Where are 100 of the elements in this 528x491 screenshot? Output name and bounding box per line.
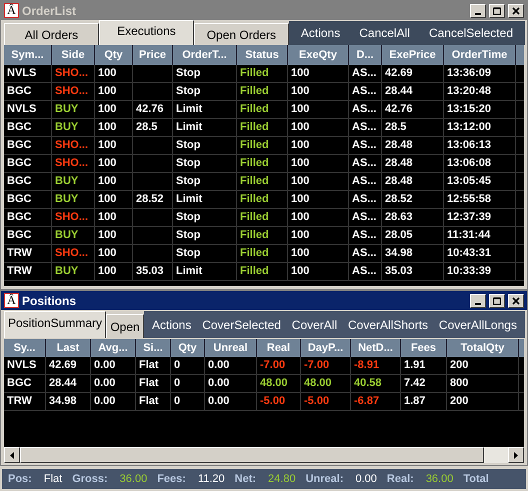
left-arrow-icon <box>10 452 14 458</box>
table-cell-text: Filled <box>240 102 269 118</box>
table-cell-text: 42.69 <box>385 66 413 82</box>
tab[interactable]: Open <box>106 314 144 338</box>
table-cell-text: 28.05 <box>385 228 413 244</box>
table-cell-text: NVLS <box>7 102 36 118</box>
column-header[interactable]: Last <box>46 339 91 357</box>
column-header[interactable]: Fees <box>401 339 447 357</box>
column-header[interactable]: OrderT... <box>173 45 237 65</box>
table-cell-text: 100 <box>98 228 116 244</box>
close-button[interactable] <box>508 294 524 308</box>
status-value: 11.20 <box>198 472 225 487</box>
scroll-right-button[interactable] <box>508 447 524 463</box>
column-header[interactable]: TotalQty <box>447 339 519 357</box>
table-cell-text: 0.00 <box>94 376 116 392</box>
column-header[interactable]: Si... <box>136 339 171 357</box>
column-header[interactable]: ExeQty <box>288 45 349 65</box>
column-header[interactable]: Unreal <box>205 339 257 357</box>
column-header[interactable]: ExePrice <box>382 45 444 65</box>
action-button[interactable]: CoverAllLongs <box>438 316 517 334</box>
table-cell-text: 28.48 <box>385 174 413 190</box>
column-header[interactable]: Sy... <box>4 339 46 357</box>
app-logo: Â <box>4 3 19 18</box>
table-cell-text: 0.00 <box>208 376 230 392</box>
tab[interactable]: Executions <box>98 20 194 45</box>
window-title: OrderList <box>22 2 78 20</box>
table-cell-text: Stop <box>176 84 200 100</box>
table-cell-text: Filled <box>240 228 269 244</box>
table-cell-text: 10:33:39 <box>447 264 492 280</box>
column-header[interactable]: NetD... <box>351 339 401 357</box>
table-cell-text: 34.98 <box>385 246 413 262</box>
table-cell-text: 48.00 <box>260 376 288 392</box>
status-label: Total <box>463 472 489 487</box>
table-cell-text: 100 <box>291 192 310 208</box>
table-cell-text: -5.00 <box>304 394 330 410</box>
table-cell-text: -7.00 <box>260 358 286 374</box>
table-cell-text: 100 <box>98 84 116 100</box>
table-cell-text: 0.00 <box>94 358 116 374</box>
app-logo: Â <box>4 293 19 308</box>
tab[interactable]: All Orders <box>4 23 99 45</box>
column-header[interactable]: Qty <box>95 45 133 65</box>
table-cell-text: 13:20:48 <box>447 84 492 100</box>
table-cell-text: Stop <box>176 138 200 154</box>
table-cell-text: Stop <box>176 174 200 190</box>
table-cell-text: 100 <box>98 156 116 172</box>
table-cell-text: 0.00 <box>94 394 116 410</box>
table-cell-text: AS... <box>352 192 376 208</box>
column-header[interactable]: DayP... <box>301 339 351 357</box>
table-cell-text: 28.44 <box>49 376 77 392</box>
close-button[interactable] <box>508 4 524 18</box>
table-cell-text: 35.03 <box>136 264 164 280</box>
status-value: 36.00 <box>120 472 148 487</box>
maximize-button[interactable] <box>489 294 505 308</box>
action-button[interactable]: Actions <box>300 24 340 42</box>
table-cell-text: 0.00 <box>208 358 230 374</box>
column-header[interactable]: Side <box>52 45 95 65</box>
table-cell-text: AS... <box>352 228 376 244</box>
action-button[interactable]: CoverAll <box>292 316 338 334</box>
status-value: Flat <box>44 472 62 487</box>
table-cell-text: AS... <box>352 120 376 136</box>
action-button[interactable]: CoverSelected <box>202 316 281 334</box>
table-cell-text: AS... <box>352 102 376 118</box>
table-cell-text: Filled <box>240 156 269 172</box>
table-cell-text: -6.87 <box>354 394 380 410</box>
table-cell-text: 100 <box>291 174 310 190</box>
column-header[interactable]: Avg... <box>91 339 136 357</box>
table-cell-text: 28.52 <box>385 192 413 208</box>
maximize-button[interactable] <box>489 4 505 18</box>
action-button[interactable]: CancelAll <box>359 24 410 42</box>
status-value: 24.80 <box>268 472 296 487</box>
tab[interactable]: Open Orders <box>194 23 289 45</box>
column-header[interactable]: Qty <box>171 339 205 357</box>
column-header[interactable]: Price <box>133 45 173 65</box>
action-button[interactable]: CancelSelected <box>428 24 513 42</box>
table-cell-text: 100 <box>291 246 310 262</box>
maximize-icon <box>493 6 501 14</box>
table-cell-text: 13:36:09 <box>447 66 492 82</box>
scroll-left-button[interactable] <box>4 447 20 463</box>
column-header[interactable]: Status <box>237 45 288 65</box>
minimize-button[interactable] <box>470 4 486 18</box>
table-cell-text: 100 <box>98 102 116 118</box>
minimize-button[interactable] <box>470 294 486 308</box>
column-header[interactable]: Real <box>257 339 301 357</box>
action-button[interactable]: CoverAllShorts <box>348 316 428 334</box>
column-header[interactable]: OrderTime <box>444 45 516 65</box>
tab[interactable]: PositionSummary <box>4 311 106 338</box>
table-cell-text: Stop <box>176 210 200 226</box>
table-cell-text: -8.91 <box>354 358 380 374</box>
table-cell-text: 100 <box>291 156 310 172</box>
column-header[interactable]: D... <box>349 45 382 65</box>
maximize-icon <box>493 296 501 304</box>
table-cell-text: 100 <box>291 120 310 136</box>
table-cell-text: 13:15:20 <box>447 102 492 118</box>
table-cell-text: SHO... <box>55 138 88 154</box>
column-header[interactable]: Sym... <box>4 45 52 65</box>
table-cell-text: 100 <box>98 66 116 82</box>
table-cell-text: SHO... <box>55 246 88 262</box>
table-cell-text: 12:37:39 <box>447 210 492 226</box>
table-cell-text: 100 <box>98 246 116 262</box>
action-button[interactable]: Actions <box>152 316 192 334</box>
